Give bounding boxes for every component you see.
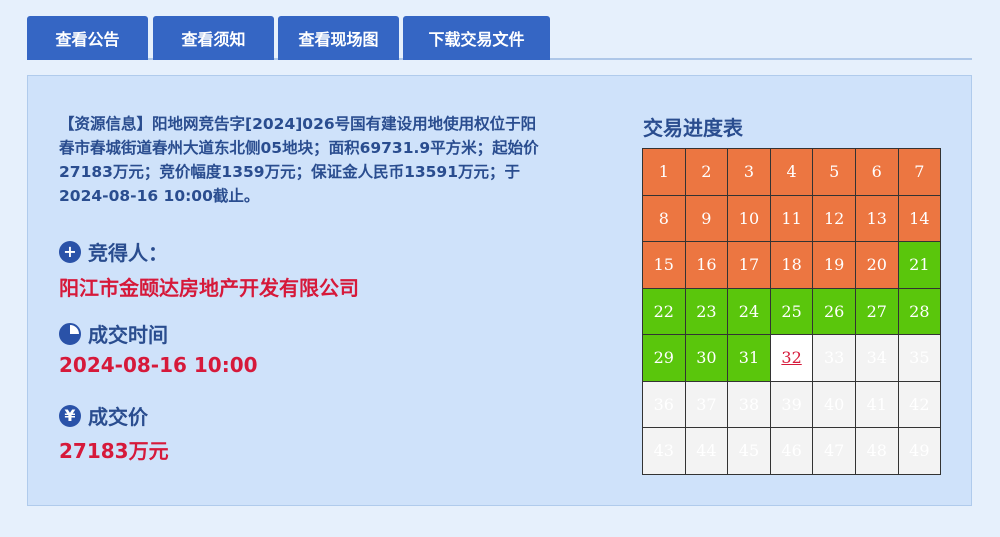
progress-cell-45: 45 (727, 427, 771, 475)
tab-view-notice[interactable]: 查看须知 (153, 16, 274, 60)
progress-cell-38: 38 (727, 380, 771, 428)
progress-cell-9: 9 (684, 194, 729, 242)
progress-grid: 1 2 3 4 5 6 7 8 9 10 11 12 13 14 15 16 17 18 19 20 21 22 23 24 2… (642, 148, 942, 475)
progress-cell-39: 39 (769, 380, 814, 428)
winner-label: 竞得人： (88, 241, 168, 265)
progress-cell-8: 8 (642, 194, 686, 242)
progress-cell-14: 14 (897, 194, 942, 242)
progress-cell-18: 18 (769, 241, 814, 289)
plus-circle-icon: + (59, 240, 81, 263)
deal-time-heading: 成交时间 (59, 319, 168, 348)
yen-icon: ¥ (59, 404, 81, 427)
progress-cell-4: 4 (769, 148, 814, 196)
progress-cell-21: 21 (897, 241, 942, 289)
deal-price-value: 27183万元 (59, 439, 169, 463)
progress-cell-7: 7 (897, 148, 942, 196)
deal-time-label: 成交时间 (88, 323, 168, 347)
progress-cell-41: 41 (854, 380, 899, 428)
progress-row: 43 44 45 46 47 48 49 (642, 427, 942, 475)
progress-cell-15: 15 (642, 241, 686, 289)
progress-cell-27: 27 (854, 287, 899, 335)
tab-download-trade-files[interactable]: 下载交易文件 (403, 16, 550, 60)
progress-cell-12: 12 (812, 194, 856, 242)
progress-cell-1: 1 (642, 148, 686, 196)
progress-cell-22: 22 (642, 287, 686, 335)
deal-price-label: 成交价 (88, 405, 148, 429)
progress-cell-24: 24 (727, 287, 771, 335)
progress-row: 29 30 31 32 33 34 35 (642, 334, 942, 382)
progress-cell-6: 6 (854, 148, 899, 196)
progress-cell-23: 23 (684, 287, 729, 335)
progress-row: 8 9 10 11 12 13 14 (642, 194, 942, 242)
progress-row: 15 16 17 18 19 20 21 (642, 241, 942, 289)
progress-cell-43: 43 (642, 427, 686, 475)
progress-cell-29: 29 (642, 334, 686, 382)
progress-cell-35: 35 (897, 334, 942, 382)
deal-price-heading: ¥ 成交价 (59, 401, 148, 430)
progress-cell-16: 16 (684, 241, 729, 289)
tab-view-site-map[interactable]: 查看现场图 (278, 16, 399, 60)
deal-time-value: 2024-08-16 10:00 (59, 353, 258, 377)
progress-cell-17: 17 (727, 241, 771, 289)
progress-cell-25: 25 (769, 287, 814, 335)
progress-cell-42: 42 (897, 380, 942, 428)
tab-bar: 查看公告 查看须知 查看现场图 下载交易文件 (27, 16, 972, 60)
progress-cell-28: 28 (897, 287, 942, 335)
tab-view-announcement[interactable]: 查看公告 (27, 16, 148, 60)
progress-title: 交易进度表 (643, 116, 743, 140)
progress-row: 36 37 38 39 40 41 42 (642, 380, 942, 428)
progress-cell-3: 3 (727, 148, 771, 196)
progress-cell-37: 37 (684, 380, 729, 428)
progress-cell-31: 31 (727, 334, 771, 382)
progress-cell-49: 49 (897, 427, 942, 475)
progress-cell-44: 44 (684, 427, 729, 475)
progress-cell-5: 5 (812, 148, 856, 196)
progress-cell-34: 34 (854, 334, 899, 382)
progress-cell-26: 26 (812, 287, 856, 335)
progress-cell-48: 48 (854, 427, 899, 475)
result-panel: 【资源信息】阳地网竞告字[2024]026号国有建设用地使用权位于阳春市春城街道… (27, 75, 972, 506)
resource-info-text: 【资源信息】阳地网竞告字[2024]026号国有建设用地使用权位于阳春市春城街道… (59, 115, 539, 205)
progress-cell-30: 30 (684, 334, 729, 382)
progress-cell-10: 10 (727, 194, 771, 242)
progress-cell-11: 11 (769, 194, 814, 242)
progress-cell-2: 2 (684, 148, 729, 196)
progress-cell-20: 20 (854, 241, 899, 289)
clock-icon (59, 322, 81, 345)
progress-cell-33: 33 (812, 334, 856, 382)
winner-value: 阳江市金颐达房地产开发有限公司 (59, 276, 359, 300)
progress-cell-36: 36 (642, 380, 686, 428)
progress-cell-13: 13 (854, 194, 899, 242)
progress-row: 22 23 24 25 26 27 28 (642, 287, 942, 335)
progress-cell-19: 19 (812, 241, 856, 289)
progress-cell-46: 46 (769, 427, 814, 475)
progress-row: 1234567 (642, 148, 942, 196)
winner-heading: + 竞得人： (59, 237, 168, 266)
progress-cell-40: 40 (812, 380, 856, 428)
progress-cell-47: 47 (812, 427, 856, 475)
progress-cell-32[interactable]: 32 (769, 334, 814, 382)
